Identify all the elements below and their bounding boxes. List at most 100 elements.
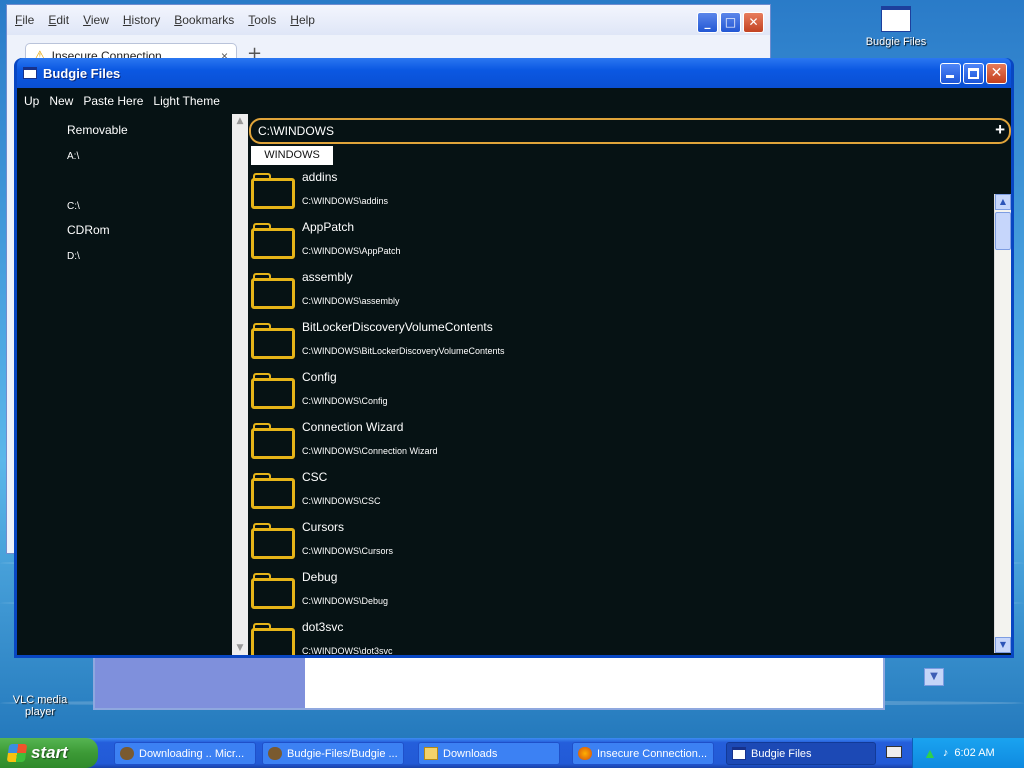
file-row[interactable]: addinsC:\WINDOWS\addins- bbox=[251, 166, 991, 216]
file-name: Connection Wizard bbox=[302, 420, 404, 434]
sidebar-group-removable[interactable]: Removable bbox=[67, 123, 128, 137]
file-name: CSC bbox=[302, 470, 328, 484]
desktop-icon-budgie-files[interactable]: Budgie Files bbox=[856, 6, 936, 48]
window-controls: ✕ bbox=[940, 62, 1007, 84]
scroll-down-icon[interactable]: ▼ bbox=[232, 643, 248, 653]
file-row[interactable]: dot3svcC:\WINDOWS\dot3svc- bbox=[251, 616, 991, 655]
taskbar-item-budgie-files[interactable]: Budgie Files bbox=[726, 742, 876, 765]
folder-icon bbox=[251, 173, 295, 209]
menu-file[interactable]: File bbox=[15, 13, 34, 27]
close-button[interactable]: ✕ bbox=[986, 62, 1007, 84]
desktop-icon-label: VLC media player bbox=[12, 694, 68, 718]
file-row[interactable]: Connection Wizard C:\WINDOWS\Connection W… bbox=[251, 416, 991, 466]
scroll-up-button[interactable]: ▲ bbox=[995, 194, 1011, 210]
start-button[interactable]: start bbox=[0, 738, 98, 768]
file-row[interactable]: CSCC:\WINDOWS\CSC- bbox=[251, 466, 991, 516]
file-path: C:\WINDOWS\AppPatch bbox=[302, 246, 401, 256]
file-path: C:\WINDOWS\addins bbox=[302, 196, 389, 206]
file-row[interactable]: CursorsC:\WINDOWS\Cursors- bbox=[251, 516, 991, 566]
minimize-icon bbox=[946, 74, 954, 78]
file-row[interactable]: BitLockerDiscoveryVolumeContents C:\WINDO… bbox=[251, 316, 991, 366]
desktop-icon-vlc[interactable]: VLC media player bbox=[0, 672, 80, 718]
budgie-files-window: Budgie Files ✕ Up New Paste Here Light T… bbox=[14, 58, 1014, 658]
file-row[interactable]: DebugC:\WINDOWS\Debug- bbox=[251, 566, 991, 616]
taskbar-item-label: Downloading .. Micr... bbox=[139, 747, 245, 760]
start-label: start bbox=[31, 743, 68, 762]
browser-close-button[interactable]: ✕ bbox=[743, 12, 764, 33]
folder-icon bbox=[251, 423, 295, 459]
breadcrumb-windows[interactable]: WINDOWS bbox=[251, 146, 333, 165]
folder-icon bbox=[251, 273, 295, 309]
title-bar[interactable]: Budgie Files ✕ bbox=[17, 58, 1011, 88]
taskbar-item-downloads[interactable]: Downloads bbox=[418, 742, 560, 765]
path-input-value: C:\WINDOWS bbox=[258, 124, 334, 138]
new-button[interactable]: New bbox=[49, 94, 73, 108]
path-input[interactable]: C:\WINDOWS + bbox=[249, 118, 1011, 144]
file-row[interactable]: AppPatchC:\WINDOWS\AppPatch- bbox=[251, 216, 991, 266]
file-name: Config bbox=[302, 370, 337, 384]
file-path: C:\WINDOWS\Config bbox=[302, 396, 388, 406]
toolbar: Up New Paste Here Light Theme bbox=[17, 88, 1011, 114]
taskbar-item-budgie-source[interactable]: Budgie-Files/Budgie ... bbox=[262, 742, 404, 765]
window-icon bbox=[23, 67, 37, 79]
menu-bookmarks[interactable]: Bookmarks bbox=[174, 13, 234, 27]
file-path: C:\WINDOWS\Cursors bbox=[302, 546, 393, 556]
background-window-panel bbox=[95, 654, 305, 708]
file-row[interactable]: assemblyC:\WINDOWS\assembly- bbox=[251, 266, 991, 316]
gear-icon bbox=[268, 747, 282, 760]
maximize-button[interactable] bbox=[963, 62, 984, 84]
sidebar-scrollbar[interactable]: ▲ ▼ bbox=[232, 114, 248, 655]
file-name: Cursors bbox=[302, 520, 345, 534]
folder-icon bbox=[424, 747, 438, 760]
file-path: C:\WINDOWS\BitLockerDiscoveryVolumeConte… bbox=[302, 346, 505, 356]
desktop-icon-label: Budgie Files bbox=[865, 36, 927, 48]
file-name: addins bbox=[302, 170, 338, 184]
up-button[interactable]: Up bbox=[24, 94, 39, 108]
scroll-up-icon[interactable]: ▲ bbox=[232, 116, 248, 126]
scroll-down-button[interactable]: ▼ bbox=[995, 637, 1011, 653]
file-path: C:\WINDOWS\CSC bbox=[302, 496, 381, 506]
sidebar-drive-c[interactable]: C:\ bbox=[67, 201, 80, 212]
sidebar-group-cdrom[interactable]: CDRom bbox=[67, 223, 110, 237]
keyboard-icon[interactable] bbox=[886, 746, 902, 758]
taskbar-item-label: Budgie Files bbox=[751, 747, 812, 760]
drive-sidebar: Removable A:\ C:\ CDRom D:\ bbox=[17, 114, 232, 655]
add-icon[interactable]: + bbox=[995, 119, 1005, 141]
file-path: C:\WINDOWS\assembly bbox=[302, 296, 400, 306]
volume-icon[interactable]: ♪ bbox=[943, 747, 949, 759]
file-row[interactable]: ConfigC:\WINDOWS\Config- bbox=[251, 366, 991, 416]
system-tray: ▲ ♪ 6:02 AM bbox=[912, 738, 1024, 768]
taskbar-item-label: Insecure Connection... bbox=[597, 747, 708, 760]
taskbar-item-insecure-connection[interactable]: Insecure Connection... bbox=[572, 742, 714, 765]
taskbar-item-label: Downloads bbox=[443, 747, 498, 760]
gear-icon bbox=[120, 747, 134, 760]
background-window bbox=[93, 652, 885, 710]
browser-minimize-button[interactable]: _ bbox=[697, 12, 718, 33]
menu-help[interactable]: Help bbox=[290, 13, 315, 27]
folder-icon bbox=[251, 473, 295, 509]
menu-history[interactable]: History bbox=[123, 13, 160, 27]
clock[interactable]: 6:02 AM bbox=[954, 747, 994, 759]
browser-maximize-button[interactable]: □ bbox=[720, 12, 741, 33]
background-scroll-down-button[interactable]: ▼ bbox=[924, 668, 944, 686]
network-icon[interactable]: ▲ bbox=[923, 745, 937, 761]
file-list-scrollbar[interactable]: ▲ ▼ bbox=[994, 194, 1011, 653]
minimize-button[interactable] bbox=[940, 62, 961, 84]
sidebar-drive-a[interactable]: A:\ bbox=[67, 151, 79, 162]
menu-tools[interactable]: Tools bbox=[248, 13, 276, 27]
firefox-icon bbox=[578, 747, 592, 760]
file-path: C:\WINDOWS\Connection Wizard bbox=[302, 446, 438, 456]
taskbar-item-downloading[interactable]: Downloading .. Micr... bbox=[114, 742, 256, 765]
menu-view[interactable]: View bbox=[83, 13, 109, 27]
paste-here-button[interactable]: Paste Here bbox=[83, 94, 143, 108]
background-window-content bbox=[305, 654, 883, 708]
window-client-area: Up New Paste Here Light Theme Removable … bbox=[17, 88, 1011, 655]
sidebar-drive-d[interactable]: D:\ bbox=[67, 251, 80, 262]
scroll-thumb[interactable] bbox=[995, 212, 1011, 250]
light-theme-button[interactable]: Light Theme bbox=[153, 94, 220, 108]
menu-edit[interactable]: Edit bbox=[48, 13, 69, 27]
file-name: dot3svc bbox=[302, 620, 344, 634]
folder-icon bbox=[251, 223, 295, 259]
browser-menubar: File Edit View History Bookmarks Tools H… bbox=[7, 5, 770, 35]
folder-icon bbox=[251, 623, 295, 655]
